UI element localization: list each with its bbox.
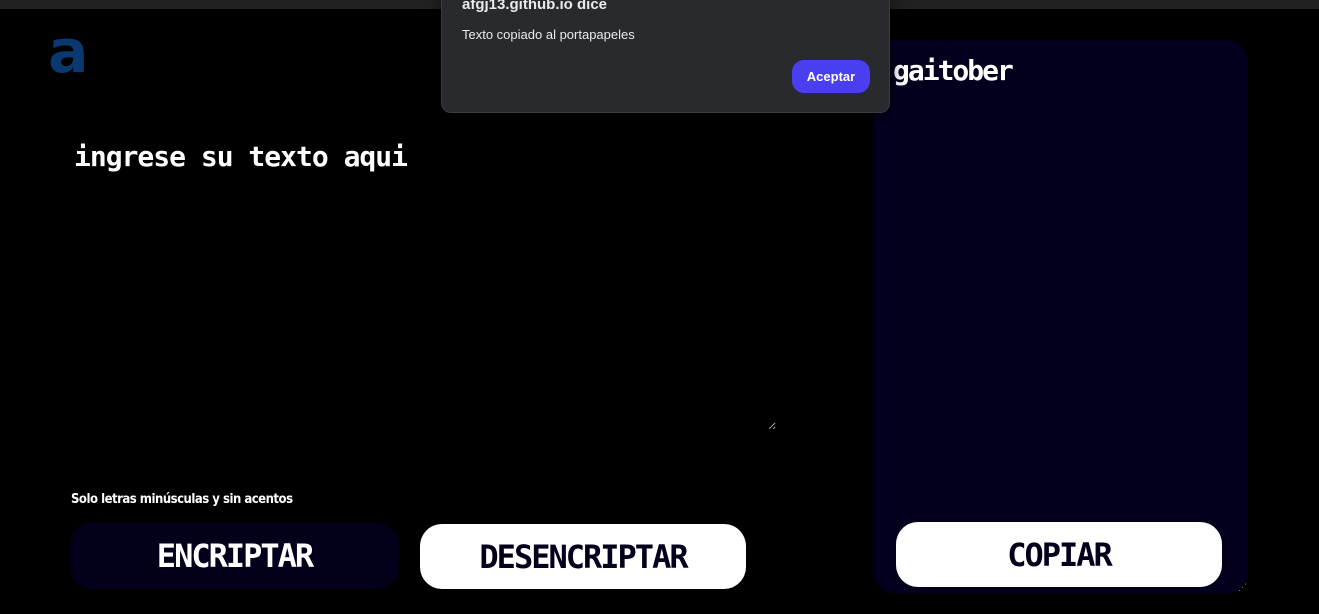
output-panel[interactable]: gaitober ⋰ bbox=[873, 40, 1248, 593]
accept-button[interactable]: Aceptar bbox=[792, 60, 870, 93]
output-text: gaitober bbox=[893, 54, 1014, 87]
text-input[interactable] bbox=[70, 134, 776, 430]
dialog-title: afgj13.github.io dice bbox=[462, 0, 608, 13]
resize-grip-icon[interactable]: ⋰ bbox=[1238, 583, 1247, 592]
dialog-message: Texto copiado al portapapeles bbox=[462, 27, 635, 42]
copy-button[interactable]: COPIAR bbox=[896, 522, 1222, 587]
alert-dialog: afgj13.github.io dice Texto copiado al p… bbox=[441, 0, 890, 113]
logo[interactable]: a bbox=[48, 22, 89, 82]
encrypt-button[interactable]: ENCRIPTAR bbox=[70, 523, 399, 589]
decrypt-button[interactable]: DESENCRIPTAR bbox=[420, 524, 746, 589]
input-hint: Solo letras minúsculas y sin acentos bbox=[71, 492, 293, 507]
